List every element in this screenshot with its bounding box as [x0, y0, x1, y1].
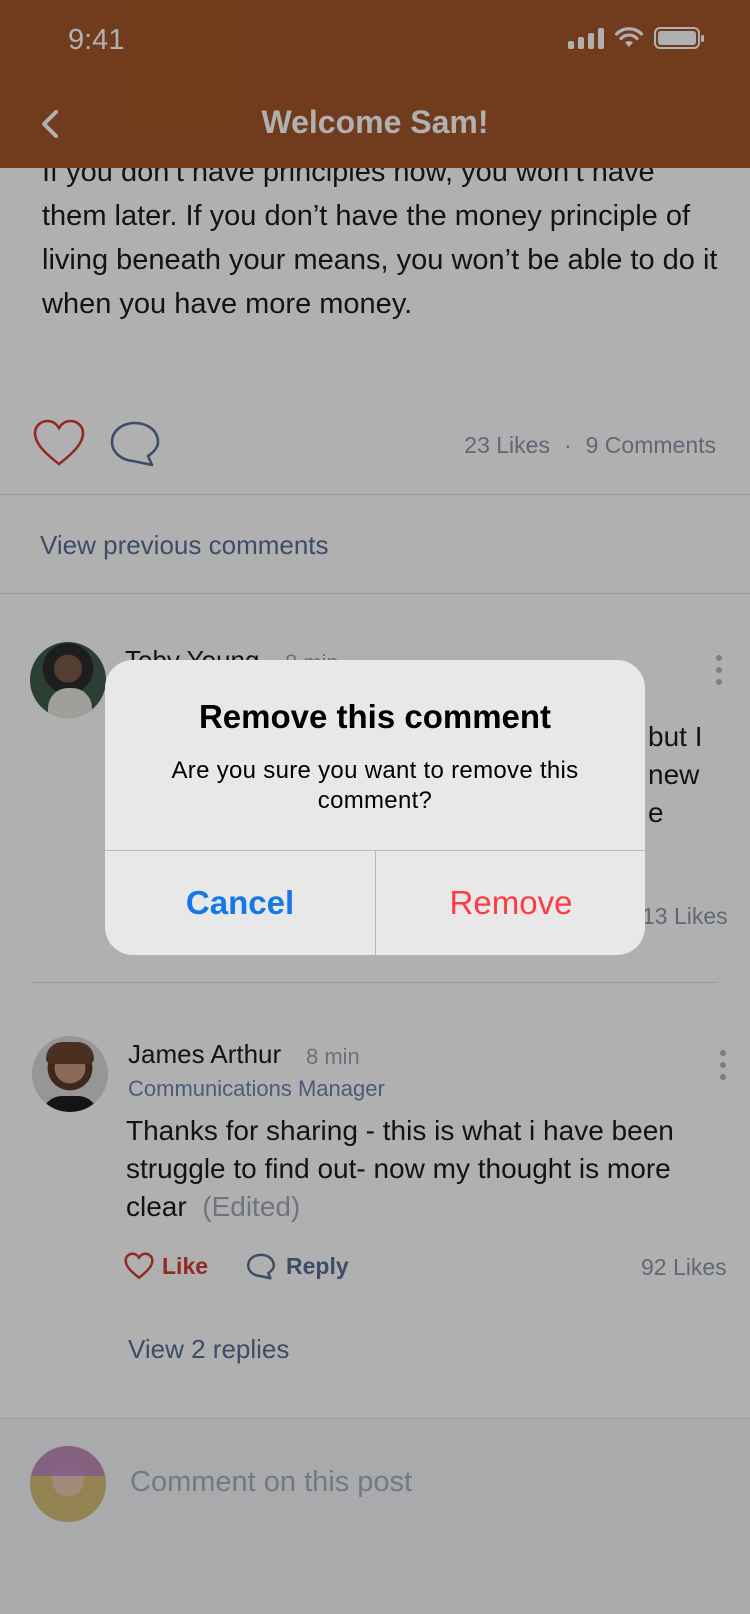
cancel-button[interactable]: Cancel	[105, 850, 375, 955]
dialog-message: Are you sure you want to remove this com…	[171, 757, 579, 814]
dialog-title: Remove this comment	[198, 698, 552, 735]
remove-comment-dialog: Remove this comment Are you sure you wan…	[105, 660, 645, 955]
remove-button[interactable]: Remove	[376, 850, 645, 955]
